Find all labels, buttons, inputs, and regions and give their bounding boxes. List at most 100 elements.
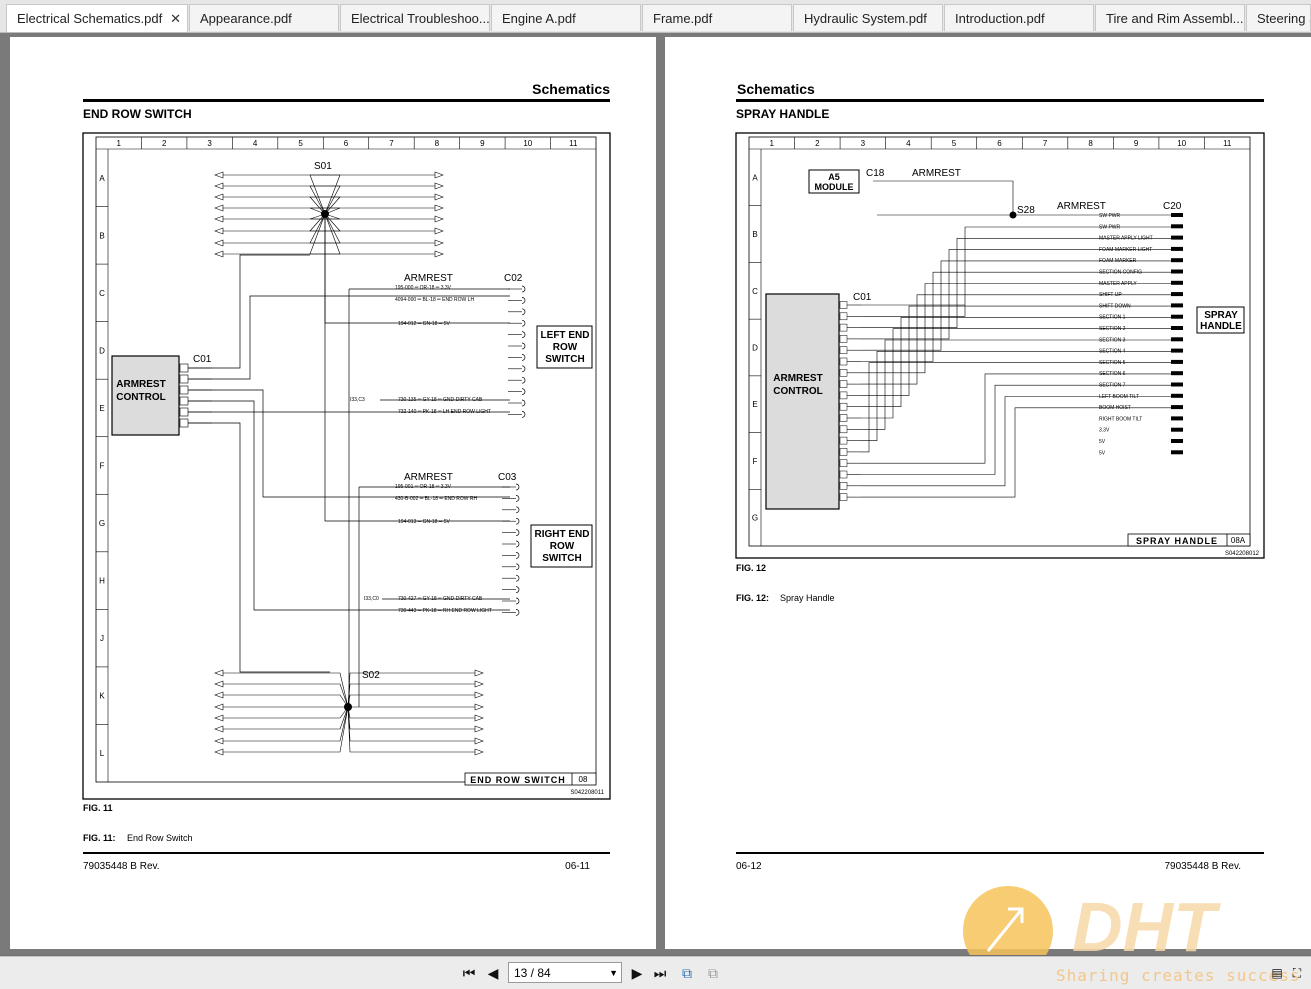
svg-text:10: 10 [1177,139,1186,148]
chevron-down-icon[interactable]: ▼ [609,963,618,984]
svg-text:5: 5 [952,139,957,148]
svg-text:K: K [99,692,105,701]
a5-module-label: A5 [828,172,840,182]
previous-view-icon[interactable]: ⧉ [678,964,696,982]
wire-label: SECTION 1 [1099,315,1126,321]
connector-c02: C02 [504,273,523,284]
drawing-number: S042208012 [1225,551,1260,557]
tab-frame[interactable]: Frame.pdf [642,4,792,31]
wire-label: SW PWR [1099,224,1120,230]
svg-text:A: A [752,173,758,182]
end-row-switch-schematic: Schematics END ROW SWITCH 1 2 3 4 5 6 7 8 9 10 11 … [82,81,611,872]
svg-text:6: 6 [344,139,349,148]
wire-label: 730-443 ═ PK-18 ═ RH END ROW LIGHT [398,608,492,614]
section-title: END ROW SWITCH [83,107,192,121]
armrest-label: ARMREST [912,168,961,179]
svg-text:3: 3 [207,139,212,148]
spray-handle-schematic: Schematics SPRAY HANDLE 1 2 3 4 5 6 7 8 9 10 11 A B… [735,81,1265,872]
wire-label: SECTION CONFIG [1099,270,1142,276]
page-number: 06-12 [736,861,762,872]
first-page-icon[interactable]: ⏮ [460,964,478,982]
svg-text:4: 4 [253,139,258,148]
reference-label: I33,C0 [364,596,379,602]
page-number: 06-11 [565,861,590,872]
caption-text: Spray Handle [780,593,835,603]
svg-text:B: B [752,230,757,239]
watermark-logo-text: DHT [1072,888,1221,955]
armrest-label: ARMREST [404,472,453,483]
splice-s02: S02 [362,670,380,681]
svg-text:8: 8 [1088,139,1093,148]
dht-watermark-logo: DHT [963,886,1221,955]
splice-s01: S01 [314,161,332,172]
wire-label: 5V [1099,439,1106,445]
connector-c18: C18 [866,168,885,179]
svg-text:H: H [99,577,105,586]
svg-text:7: 7 [1043,139,1048,148]
next-page-icon[interactable]: ▶ [628,964,646,982]
svg-text:10: 10 [523,139,532,148]
wire-label: MASTER APPLY [1099,281,1137,287]
page-number-input[interactable]: 13 / 84 ▼ [508,962,622,983]
svg-text:SWITCH: SWITCH [545,354,584,365]
svg-text:MODULE: MODULE [815,182,854,192]
document-viewer[interactable]: Schematics END ROW SWITCH 1 2 3 4 5 6 7 8 9 10 11 … [0,33,1311,955]
navigation-bar: ⏮ ◀ 13 / 84 ▼ ▶ ⏭ ⧉ ⧉ Sharing creates su… [0,956,1311,989]
wire-label: SECTION 6 [1099,371,1126,377]
wire-label: SECTION 7 [1099,383,1126,389]
connector-c20: C20 [1163,201,1182,212]
wire-label: 3.3V [1099,428,1110,434]
tab-appearance[interactable]: Appearance.pdf [189,4,339,31]
svg-text:1: 1 [770,139,775,148]
tab-tire-and-rim[interactable]: Tire and Rim Assembl... [1095,4,1245,31]
wire-label: SECTION 4 [1099,349,1126,355]
fig-label: FIG. 11 [83,803,113,813]
armrest-label: ARMREST [404,273,453,284]
svg-text:8: 8 [435,139,440,148]
svg-text:C: C [99,289,105,298]
svg-text:A: A [99,174,105,183]
svg-text:ROW: ROW [550,541,575,552]
tab-hydraulic-system[interactable]: Hydraulic System.pdf [793,4,943,31]
svg-text:L: L [100,749,105,758]
svg-text:E: E [99,404,104,413]
svg-text:J: J [100,634,104,643]
armrest-control-label-2: CONTROL [773,386,822,397]
section-title: SPRAY HANDLE [736,107,829,121]
tab-introduction[interactable]: Introduction.pdf [944,4,1094,31]
wire-label: MASTER APPLY LIGHT [1099,236,1153,242]
spray-handle-label: SPRAY [1204,310,1238,321]
svg-text:G: G [752,514,758,523]
wire-label: FOAM MARKER [1099,258,1137,264]
tab-engine-a[interactable]: Engine A.pdf [491,4,641,31]
drawing-number: S042208011 [570,790,604,796]
tab-steering[interactable]: Steering S [1246,4,1311,31]
tab-electrical-schematics[interactable]: Electrical Schematics.pdf ✕ [6,4,188,32]
last-page-icon[interactable]: ⏭ [651,964,669,982]
svg-text:D: D [752,344,758,353]
wire-label: SECTION 3 [1099,337,1126,343]
sheet-number: 08A [1231,536,1246,545]
tab-electrical-troubleshooting[interactable]: Electrical Troubleshoo... [340,4,490,31]
page-header: Schematics [737,81,815,97]
doc-number: 79035448 B Rev. [83,861,160,872]
svg-text:G: G [99,519,105,528]
wire-label: BOOM HOIST [1099,405,1131,411]
connector-c03: C03 [498,472,517,483]
title-block-label: END ROW SWITCH [470,775,566,785]
watermark-tagline: Sharing creates success [1056,966,1301,985]
close-tab-icon[interactable]: ✕ [170,5,181,32]
svg-text:F: F [753,457,758,466]
previous-page-icon[interactable]: ◀ [484,964,502,982]
wire-label: FOAM MARKER LIGHT [1099,247,1152,253]
view-mode-icon[interactable]: ▤ [1268,964,1286,982]
fullscreen-icon[interactable]: ⛶ [1288,964,1306,982]
page-header: Schematics [532,81,610,97]
wire-label: RIGHT BOOM TILT [1099,416,1142,422]
page-06-11: Schematics END ROW SWITCH 1 2 3 4 5 6 7 8 9 10 11 … [10,37,656,949]
svg-text:B: B [99,231,104,240]
svg-text:2: 2 [162,139,167,148]
next-view-icon[interactable]: ⧉ [704,964,722,982]
svg-text:11: 11 [1223,139,1232,148]
wire-label: 4094-000 ═ BL-18 ═ END ROW LH [395,297,474,303]
